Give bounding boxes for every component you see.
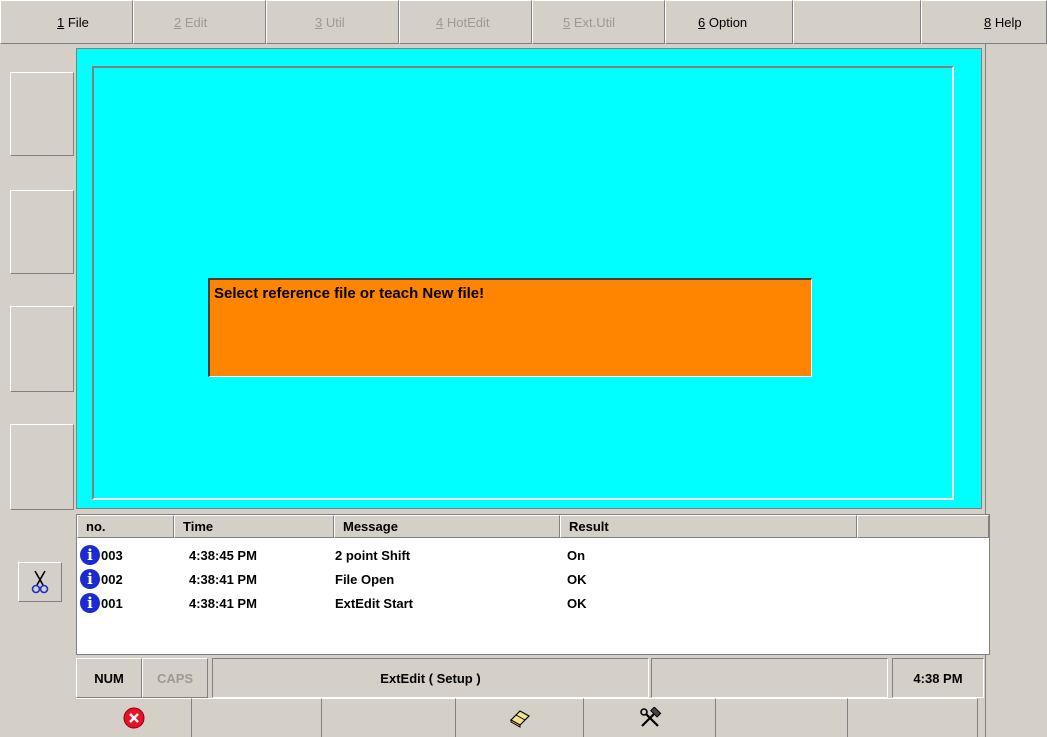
close-circle-icon <box>123 707 144 729</box>
info-icon: i <box>80 545 100 565</box>
menu-file[interactable]: 1 File <box>0 0 133 44</box>
log-message: File Open <box>335 572 395 587</box>
close-button[interactable] <box>76 698 192 737</box>
eraser-button[interactable] <box>456 698 584 737</box>
toolbar-button-6[interactable] <box>716 698 848 737</box>
column-header-message[interactable]: Message <box>334 515 560 538</box>
menu-util[interactable]: 3 Util <box>266 0 399 44</box>
log-row[interactable]: i 001 4:38:41 PM ExtEdit Start OK <box>77 592 989 615</box>
menu-bar: 1 File 2 Edit 3 Util 4 HotEdit 5 Ext.Uti… <box>0 0 1047 44</box>
column-header-extra[interactable] <box>857 515 989 538</box>
toolbar-button-3[interactable] <box>322 698 456 737</box>
toolbar-button-7[interactable] <box>848 698 978 737</box>
column-header-time[interactable]: Time <box>174 515 334 538</box>
eraser-icon <box>509 710 530 728</box>
cut-button[interactable] <box>18 562 62 602</box>
log-no: 001 <box>101 596 123 611</box>
log-no: 002 <box>101 572 123 587</box>
menu-hotedit[interactable]: 4 HotEdit <box>399 0 532 44</box>
status-extra <box>651 658 888 698</box>
log-no: 003 <box>101 548 123 563</box>
column-header-no[interactable]: no. <box>77 515 174 538</box>
tools-icon <box>639 707 661 727</box>
status-caps: CAPS <box>142 658 208 698</box>
log-row[interactable]: i 003 4:38:45 PM 2 point Shift On <box>77 544 989 567</box>
toolbar-button-2[interactable] <box>192 698 322 737</box>
info-icon: i <box>80 593 100 613</box>
log-result: OK <box>567 572 587 587</box>
status-num: NUM <box>76 658 142 698</box>
log-time: 4:38:45 PM <box>189 548 257 563</box>
info-icon: i <box>80 569 100 589</box>
side-button-4[interactable] <box>10 424 74 510</box>
status-bar: NUM CAPS ExtEdit ( Setup ) 4:38 PM <box>76 658 984 698</box>
menu-empty[interactable] <box>793 0 921 44</box>
log-result: OK <box>567 596 587 611</box>
column-header-result[interactable]: Result <box>560 515 857 538</box>
status-mode: ExtEdit ( Setup ) <box>212 658 649 698</box>
side-button-1[interactable] <box>10 72 74 156</box>
message-log: no. Time Message Result i 003 4:38:45 PM… <box>76 514 990 655</box>
log-message: ExtEdit Start <box>335 596 414 611</box>
menu-edit[interactable]: 2 Edit <box>133 0 266 44</box>
menu-ext-util[interactable]: 5 Ext.Util <box>532 0 665 44</box>
log-result: On <box>567 548 586 563</box>
menu-help[interactable]: 8 Help <box>921 0 1047 44</box>
right-panel <box>985 44 1047 737</box>
menu-option[interactable]: 6 Option <box>665 0 793 44</box>
status-clock: 4:38 PM <box>892 658 984 698</box>
tools-button[interactable] <box>584 698 716 737</box>
log-time: 4:38:41 PM <box>189 572 257 587</box>
log-message: 2 point Shift <box>335 548 411 563</box>
message-box: Select reference file or teach New file! <box>208 278 812 377</box>
bottom-toolbar <box>76 698 984 737</box>
message-text: Select reference file or teach New file! <box>214 285 485 302</box>
log-row[interactable]: i 002 4:38:41 PM File Open OK <box>77 568 989 591</box>
side-button-3[interactable] <box>10 306 74 392</box>
scissors-icon <box>31 570 49 594</box>
log-time: 4:38:41 PM <box>189 596 257 611</box>
side-button-2[interactable] <box>10 190 74 274</box>
